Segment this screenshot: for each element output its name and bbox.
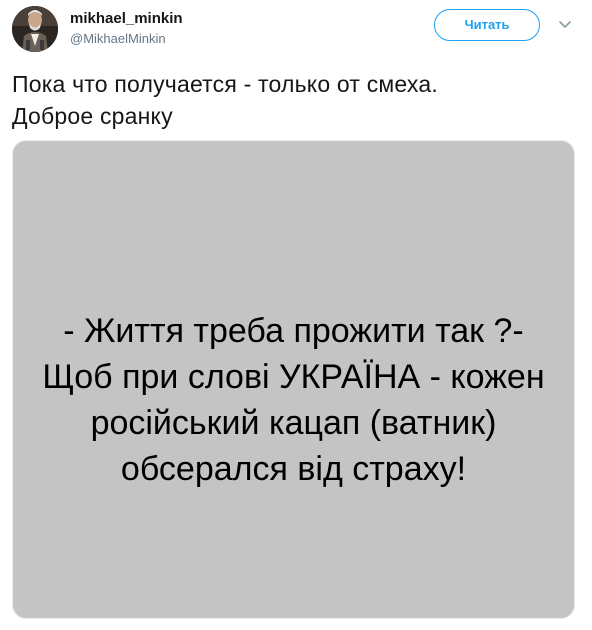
display-name[interactable]: mikhael_minkin (70, 10, 183, 28)
tweet-text-line: Доброе сранку (12, 103, 173, 129)
tweet-media-image[interactable]: - Життя треба прожити так ?- Щоб при сло… (12, 140, 575, 619)
media-caption-line: Щоб при слові УКРАЇНА - кожен (42, 358, 545, 396)
author-names[interactable]: mikhael_minkin @MikhaelMinkin (70, 10, 183, 48)
media-caption-line: російський кацап (ватник) (90, 404, 497, 442)
tweet-text: Пока что получается - только от смеха. Д… (12, 68, 572, 132)
tweet-header: mikhael_minkin @MikhaelMinkin Читать (12, 6, 580, 54)
media-caption-line: - Життя треба прожити так ?- (63, 312, 524, 350)
tweet-text-line: Пока что получается - только от смеха. (12, 71, 438, 97)
follow-button[interactable]: Читать (434, 9, 540, 41)
media-caption-line: обсерался від страху! (120, 450, 467, 488)
avatar[interactable] (12, 6, 58, 52)
user-handle[interactable]: @MikhaelMinkin (70, 30, 183, 48)
avatar-image (12, 6, 58, 52)
chevron-down-icon[interactable] (558, 18, 572, 30)
tweet-card: mikhael_minkin @MikhaelMinkin Читать Пок… (0, 0, 592, 630)
media-caption: - Життя треба прожити так ?- Щоб при сло… (13, 308, 574, 492)
